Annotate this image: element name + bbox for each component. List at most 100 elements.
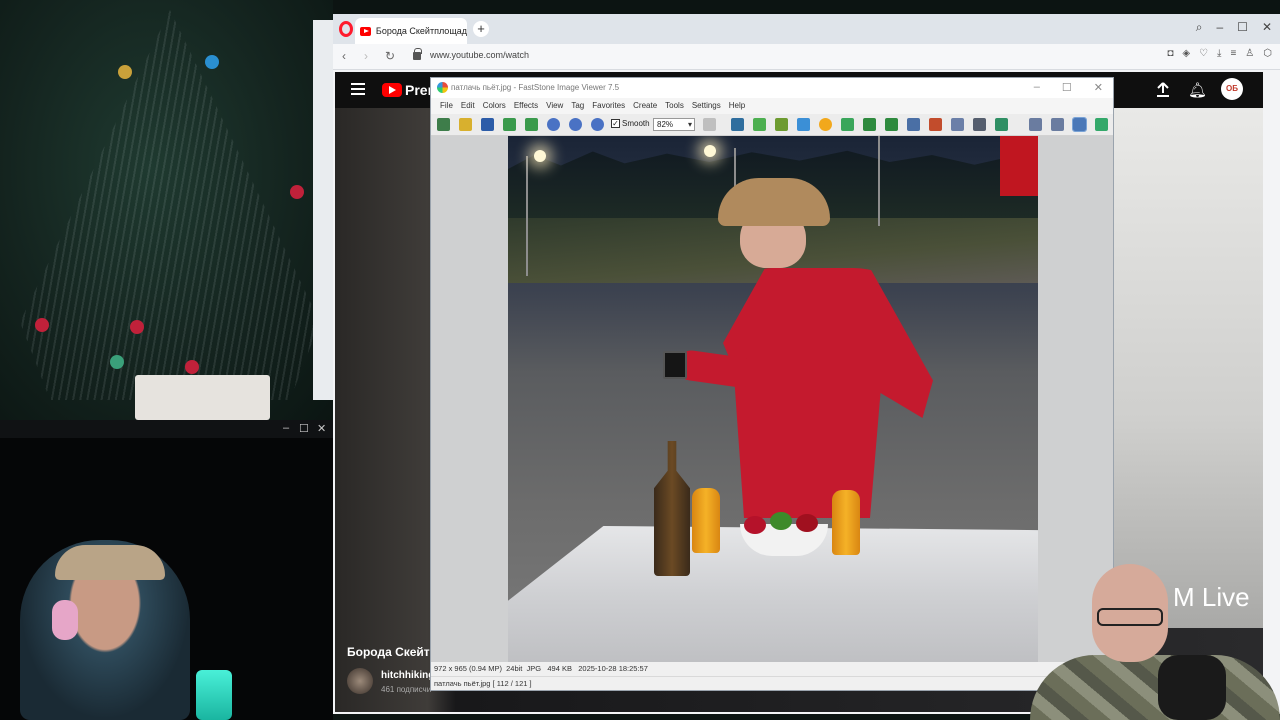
channel-avatar[interactable] [347, 668, 373, 694]
image-canvas[interactable] [431, 136, 1113, 662]
download-icon[interactable]: ⤓ [1217, 48, 1221, 59]
actual-size-icon[interactable] [591, 118, 604, 131]
close-icon[interactable]: ✕ [1094, 81, 1103, 94]
fullscreen-icon[interactable] [1095, 118, 1108, 131]
print-icon[interactable] [973, 118, 986, 131]
close-icon[interactable]: ✕ [317, 422, 326, 435]
adjust-icon[interactable] [775, 118, 788, 131]
back-icon[interactable]: ‹ [342, 49, 346, 63]
upload-icon[interactable] [1156, 82, 1170, 98]
minimize-icon[interactable]: – [1216, 20, 1223, 35]
glasses [1097, 608, 1163, 626]
youtube-logo-icon[interactable] [382, 83, 402, 97]
menu-favorites[interactable]: Favorites [588, 98, 629, 114]
crop-icon[interactable] [753, 118, 766, 131]
headphones [52, 600, 78, 640]
draw-icon[interactable] [929, 118, 942, 131]
next-icon[interactable] [525, 118, 538, 131]
fit-window-icon[interactable] [1072, 117, 1087, 132]
faststone-window: патлачь пьёт.jpg - FastStone Image Viewe… [430, 77, 1114, 691]
color-icon[interactable] [797, 118, 810, 131]
video-title[interactable]: Борода Скейт [347, 645, 430, 659]
tab-title: Борода Скейтплощадка [375, 26, 467, 36]
search-tabs-icon[interactable]: ⌕ [1196, 20, 1203, 35]
address-bar-icons: ◘ ◈ ♡ ⤓ ≡ ♙ ⬡ [1167, 48, 1272, 59]
ornament [185, 360, 199, 374]
rotate-left-icon[interactable] [863, 118, 876, 131]
opera-logo-icon[interactable] [339, 21, 353, 37]
maximize-icon[interactable]: ☐ [1237, 20, 1248, 35]
photo-apple [770, 512, 792, 530]
close-icon[interactable]: ✕ [1262, 20, 1272, 35]
url-field[interactable]: www.youtube.com/watch [430, 50, 529, 60]
menu-tag[interactable]: Tag [567, 98, 588, 114]
menu-settings[interactable]: Settings [688, 98, 725, 114]
menu-tools[interactable]: Tools [661, 98, 688, 114]
christmas-tree-scene [0, 0, 333, 420]
minimize-icon[interactable]: – [1034, 81, 1040, 94]
photo-hat [718, 178, 830, 226]
photo-bottle [654, 441, 690, 576]
photo-red-building [1000, 136, 1038, 196]
menu-icon[interactable]: ≡ [1230, 48, 1236, 59]
photo-lamp-pole [526, 156, 528, 276]
checkbox-icon[interactable]: ✓ [611, 119, 620, 128]
smooth-checkbox[interactable]: ✓ Smooth [611, 119, 650, 128]
webcam-left: – ☐ ✕ [0, 420, 333, 720]
compare-icon[interactable] [907, 118, 920, 131]
profile-icon[interactable]: ♙ [1245, 48, 1254, 59]
displayed-photo [508, 136, 1038, 662]
effects-icon[interactable] [819, 118, 832, 131]
heart-icon[interactable]: ♡ [1199, 48, 1208, 59]
cyan-lamp [196, 670, 232, 720]
smooth-label: Smooth [622, 119, 650, 128]
new-tab-button[interactable]: + [473, 21, 489, 37]
menu-view[interactable]: View [542, 98, 567, 114]
menu-create[interactable]: Create [629, 98, 661, 114]
faststone-app-icon [437, 82, 448, 93]
menu-file[interactable]: File [436, 98, 457, 114]
user-avatar[interactable]: ОБ [1221, 78, 1243, 100]
ornament [205, 55, 219, 69]
ornament [110, 355, 124, 369]
open-folder-icon[interactable] [459, 118, 472, 131]
rotate-right-icon[interactable] [885, 118, 898, 131]
faststone-menubar: File Edit Colors Effects View Tag Favori… [431, 98, 1113, 114]
resize-icon[interactable] [731, 118, 744, 131]
single-view-icon[interactable] [1051, 118, 1064, 131]
ornament [118, 65, 132, 79]
photo-red-shirt [723, 268, 933, 518]
tab-youtube[interactable]: Борода Скейтплощадка [355, 18, 467, 44]
shield-icon[interactable]: ◈ [1182, 48, 1190, 59]
zoom-select[interactable]: 82% [653, 118, 695, 131]
maximize-icon[interactable]: ☐ [299, 422, 309, 435]
browser-icon[interactable] [437, 118, 450, 131]
slideshow-icon[interactable] [841, 118, 854, 131]
channel-name[interactable]: hitchhiking [381, 670, 434, 681]
menu-effects[interactable]: Effects [510, 98, 542, 114]
notifications-bell-icon[interactable]: 🔔︎ [1188, 81, 1207, 99]
camera-icon[interactable]: ◘ [1167, 48, 1173, 59]
status-filename: патлачь пьёт.jpg [ 112 / 121 ] [431, 676, 1113, 690]
wallpaper-icon[interactable] [995, 118, 1008, 131]
hand-tool-icon[interactable] [703, 118, 716, 131]
extension-icon[interactable]: ⬡ [1263, 48, 1272, 59]
streamer-cap [55, 545, 165, 580]
menu-edit[interactable]: Edit [457, 98, 479, 114]
forward-icon[interactable]: › [364, 49, 368, 63]
previous-icon[interactable] [503, 118, 516, 131]
menu-help[interactable]: Help [725, 98, 749, 114]
thumbnail-icon[interactable] [1029, 118, 1042, 131]
youtube-favicon-icon [360, 26, 371, 36]
reload-icon[interactable]: ↻ [385, 49, 395, 63]
ornament [35, 318, 49, 332]
microphone [1158, 655, 1226, 720]
maximize-icon[interactable]: ☐ [1062, 81, 1072, 94]
menu-colors[interactable]: Colors [479, 98, 510, 114]
minimize-icon[interactable]: – [283, 422, 289, 434]
save-icon[interactable] [481, 118, 494, 131]
email-icon[interactable] [951, 118, 964, 131]
zoom-in-icon[interactable] [547, 118, 560, 131]
hamburger-menu-icon[interactable] [351, 83, 365, 95]
zoom-out-icon[interactable] [569, 118, 582, 131]
